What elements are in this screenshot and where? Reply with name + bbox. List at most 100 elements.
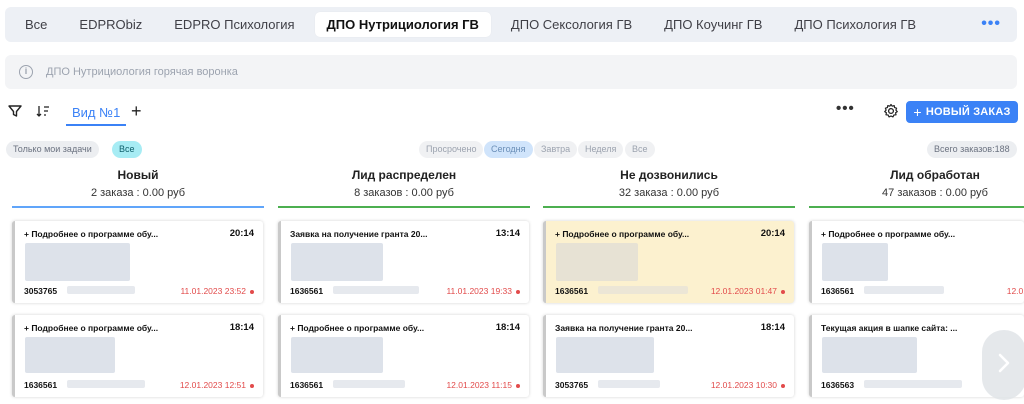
card-id: 3053765 xyxy=(24,286,58,296)
blurred-name xyxy=(67,380,145,388)
column-line-assigned xyxy=(278,206,530,208)
blurred-contact xyxy=(556,337,654,373)
column-header-new: Новый 2 заказа : 0.00 руб xyxy=(12,168,264,199)
gear-icon[interactable] xyxy=(883,103,899,124)
column-line-not-reached xyxy=(543,206,795,208)
tab-psychology[interactable]: ДПО Психология ГВ xyxy=(782,12,928,37)
column-summary: 32 заказа : 0.00 руб xyxy=(618,187,720,199)
blurred-name xyxy=(864,380,962,388)
card-title: + Подробнее о программе обу... xyxy=(24,323,159,333)
pipeline-name: ДПО Нутрициология горячая воронка xyxy=(46,66,238,78)
card-title: Текущая акция в шапке сайта: ... xyxy=(821,323,958,333)
add-view-button[interactable]: + xyxy=(131,101,142,122)
column-summary: 2 заказа : 0.00 руб xyxy=(90,187,186,199)
order-card[interactable]: + Подробнее о программе обу... 18:14 163… xyxy=(278,315,529,397)
column-title: Новый xyxy=(117,168,159,182)
card-id: 1636561 xyxy=(821,286,855,296)
tab-edprobiz[interactable]: EDPRObiz xyxy=(67,12,154,37)
card-time: 18:14 xyxy=(229,322,254,333)
toolbar: Вид №1 + ••• + НОВЫЙ ЗАКАЗ xyxy=(0,98,1024,128)
order-card[interactable]: + Подробнее о программе обу... 20:14 163… xyxy=(543,221,794,303)
column-title: Не дозвонились xyxy=(620,168,718,182)
column-title: Лид обработан xyxy=(890,168,980,182)
card-time: 13:14 xyxy=(495,228,520,239)
only-my-tasks-chip[interactable]: Только мои задачи xyxy=(6,141,99,158)
card-title: + Подробнее о программе обу... xyxy=(821,229,956,239)
blurred-name xyxy=(333,286,419,294)
card-id: 1636561 xyxy=(555,286,589,296)
blurred-contact xyxy=(291,243,383,281)
chevron-right-icon xyxy=(997,352,1011,379)
order-card[interactable]: Заявка на получение гранта 20... 13:14 1… xyxy=(278,221,529,303)
card-date: 12.01.2023 12:51 xyxy=(180,380,254,390)
today-chip[interactable]: Сегодня xyxy=(484,141,533,158)
info-icon: i xyxy=(19,65,33,79)
tabs-bar: Все EDPRObiz EDPRO Психология ДПО Нутриц… xyxy=(5,7,1017,42)
card-id: 1636563 xyxy=(821,380,855,390)
column-summary: 47 заказов : 0.00 руб xyxy=(882,187,988,199)
tab-all[interactable]: Все xyxy=(13,12,59,37)
tab-nutrition[interactable]: ДПО Нутрициология ГВ xyxy=(314,12,491,37)
scroll-right-button[interactable] xyxy=(982,330,1024,400)
card-date: 11.01.2023 19:33 xyxy=(446,286,520,296)
order-card[interactable]: + Подробнее о программе обу... 18:14 163… xyxy=(12,315,263,397)
tab-edpro-psychology[interactable]: EDPRO Психология xyxy=(162,12,306,37)
blurred-name xyxy=(598,286,688,294)
card-title: Заявка на получение гранта 20... xyxy=(290,229,428,239)
status-dot xyxy=(781,383,785,388)
card-date: 12.01.2023 10:30 xyxy=(711,380,785,390)
status-dot xyxy=(250,383,254,388)
filter-chips: Только мои задачи Все Просрочено Сегодня… xyxy=(0,141,1024,159)
view-tab-underline xyxy=(66,124,126,126)
blurred-contact xyxy=(25,243,130,281)
tab-sexology[interactable]: ДПО Сексология ГВ xyxy=(499,12,644,37)
card-title: + Подробнее о программе обу... xyxy=(555,229,690,239)
all-tasks-chip[interactable]: Все xyxy=(112,141,142,158)
order-card[interactable]: + Подробнее о программе обу... 20:14 305… xyxy=(12,221,263,303)
blurred-name xyxy=(598,380,660,388)
new-order-button[interactable]: + НОВЫЙ ЗАКАЗ xyxy=(906,101,1018,123)
blurred-contact xyxy=(822,243,888,281)
blurred-contact xyxy=(291,337,383,373)
status-dot xyxy=(516,383,520,388)
column-header-not-reached: Не дозвонились 32 заказа : 0.00 руб xyxy=(543,168,795,199)
order-card[interactable]: + Подробнее о программе обу... 1636561 1… xyxy=(809,221,1024,303)
view-tab-1[interactable]: Вид №1 xyxy=(72,105,120,120)
week-chip[interactable]: Неделя xyxy=(578,141,624,158)
new-order-label: НОВЫЙ ЗАКАЗ xyxy=(925,106,1011,118)
status-dot xyxy=(516,289,520,294)
sort-icon[interactable] xyxy=(36,104,50,123)
filter-icon[interactable] xyxy=(8,104,22,123)
blurred-name xyxy=(67,286,135,294)
card-date: 12.01 xyxy=(1006,286,1024,296)
column-header-processed: Лид обработан 47 заказов : 0.00 руб xyxy=(809,168,1024,199)
card-title: Заявка на получение гранта 20... xyxy=(555,323,693,333)
card-id: 1636561 xyxy=(290,380,324,390)
column-header-assigned: Лид распределен 8 заказов : 0.00 руб xyxy=(278,168,530,199)
status-dot xyxy=(250,289,254,294)
card-title: + Подробнее о программе обу... xyxy=(24,229,159,239)
tabs-more-button[interactable]: ••• xyxy=(981,15,1001,33)
all-period-chip[interactable]: Все xyxy=(625,141,655,158)
column-title: Лид распределен xyxy=(351,168,457,182)
card-date: 12.01.2023 01:47 xyxy=(711,286,785,296)
card-id: 3053765 xyxy=(555,380,589,390)
column-summary: 8 заказов : 0.00 руб xyxy=(354,187,454,199)
card-date: 11.01.2023 23:52 xyxy=(180,286,254,296)
order-card[interactable]: Заявка на получение гранта 20... 18:14 3… xyxy=(543,315,794,397)
tab-coaching[interactable]: ДПО Коучинг ГВ xyxy=(652,12,774,37)
card-date: 12.01.2023 11:15 xyxy=(446,380,520,390)
plus-icon: + xyxy=(913,104,922,120)
blurred-contact xyxy=(25,337,115,373)
blurred-name xyxy=(333,380,405,388)
tomorrow-chip[interactable]: Завтра xyxy=(534,141,578,158)
card-time: 18:14 xyxy=(760,322,785,333)
card-title: + Подробнее о программе обу... xyxy=(290,323,425,333)
overdue-chip[interactable]: Просрочено xyxy=(419,141,484,158)
blurred-contact xyxy=(822,337,917,373)
card-time: 20:14 xyxy=(229,228,254,239)
card-id: 1636561 xyxy=(24,380,58,390)
more-options-button[interactable]: ••• xyxy=(836,100,855,117)
blurred-contact xyxy=(556,243,638,281)
column-line-new xyxy=(12,206,264,208)
